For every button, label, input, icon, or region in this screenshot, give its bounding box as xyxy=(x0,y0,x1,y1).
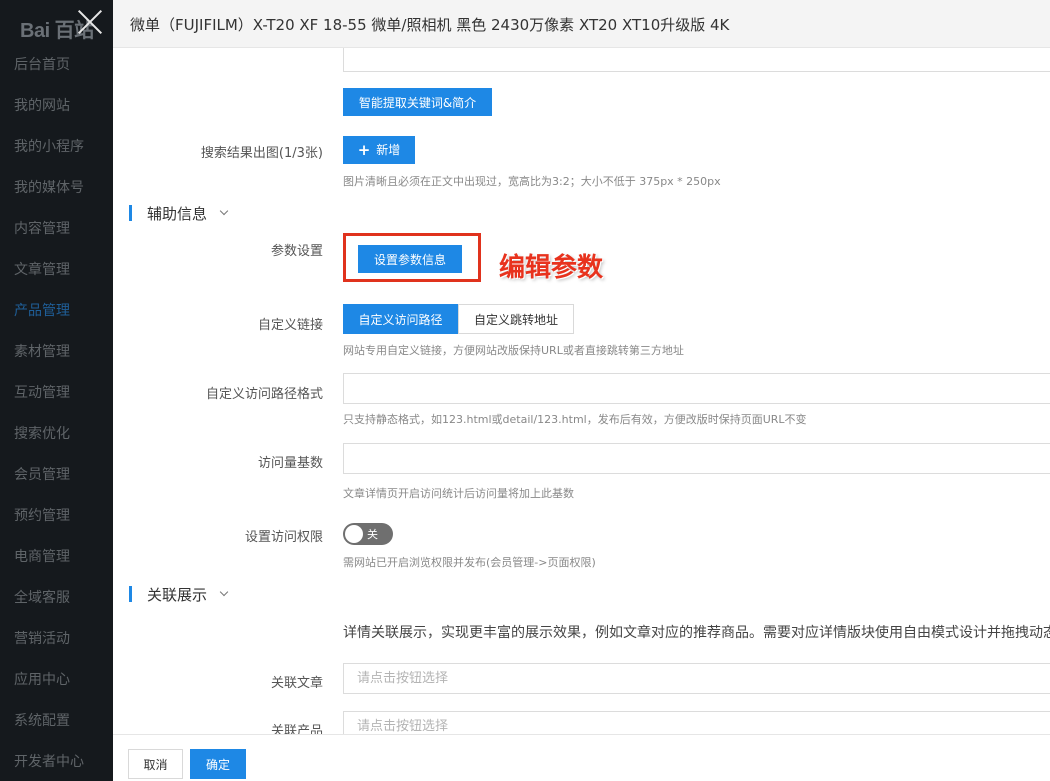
drawer-header: 微单（FUJIFILM）X-T20 XF 18-55 微单/照相机 黑色 243… xyxy=(113,0,1050,48)
path-format-input[interactable] xyxy=(344,374,1050,403)
related-article-input-wrap[interactable] xyxy=(343,663,1050,694)
access-label: 设置访问权限 xyxy=(244,530,323,545)
sidebar-item-home[interactable]: 后台首页 xyxy=(0,45,113,86)
access-hint: 需网站已开启浏览权限并发布(会员管理->页面权限) xyxy=(343,556,596,569)
sidebar-nav: 后台首页 我的网站 我的小程序 我的媒体号 内容管理 文章管理 产品管理 素材管… xyxy=(0,45,113,781)
add-image-button[interactable]: + 新增 xyxy=(343,136,415,164)
toggle-label: 关 xyxy=(367,528,378,541)
visit-base-hint: 文章详情页开启访问统计后访问量将加上此基数 xyxy=(343,487,574,500)
form-content[interactable]: 智能提取关键词&简介 搜索结果出图(1/3张) + 新增 图片清晰且必须在正文中出… xyxy=(113,48,1050,734)
search-image-label: 搜索结果出图(1/3张) xyxy=(200,146,323,161)
chevron-down-icon xyxy=(219,206,229,216)
add-image-label: 新增 xyxy=(376,143,401,157)
related-section-title[interactable]: 关联展示 xyxy=(129,584,239,604)
sidebar-item-articles[interactable]: 文章管理 xyxy=(0,250,113,291)
sidebar-item-marketing[interactable]: 营销活动 xyxy=(0,619,113,660)
close-icon[interactable] xyxy=(72,4,108,40)
aux-section-label: 辅助信息 xyxy=(147,205,208,223)
params-label: 参数设置 xyxy=(270,244,323,259)
sidebar-item-config[interactable]: 系统配置 xyxy=(0,701,113,742)
sidebar-item-mini-program[interactable]: 我的小程序 xyxy=(0,127,113,168)
confirm-button[interactable]: 确定 xyxy=(190,749,246,779)
related-product-input[interactable] xyxy=(344,712,1050,734)
toggle-knob xyxy=(345,525,363,543)
section-bar xyxy=(129,586,132,602)
tab-custom-path[interactable]: 自定义访问路径 xyxy=(343,304,458,334)
annotation-highlight-box xyxy=(343,233,481,282)
sidebar-item-apps[interactable]: 应用中心 xyxy=(0,660,113,701)
path-format-hint: 只支持静态格式，如123.html或detail/123.html，发布后有效，… xyxy=(343,413,807,426)
sidebar-item-interaction[interactable]: 互动管理 xyxy=(0,373,113,414)
sidebar-item-my-site[interactable]: 我的网站 xyxy=(0,86,113,127)
sidebar-item-media[interactable]: 我的媒体号 xyxy=(0,168,113,209)
plus-icon: + xyxy=(357,141,371,159)
visit-base-input-wrap[interactable] xyxy=(343,443,1050,474)
related-article-label: 关联文章 xyxy=(270,676,323,691)
tab-custom-redirect[interactable]: 自定义跳转地址 xyxy=(458,304,574,334)
sidebar-item-content[interactable]: 内容管理 xyxy=(0,209,113,250)
chevron-down-icon xyxy=(219,587,229,597)
access-toggle[interactable]: 关 xyxy=(343,523,393,545)
related-section-label: 关联展示 xyxy=(147,586,208,604)
visit-base-input[interactable] xyxy=(344,444,1050,473)
sidebar-item-ecommerce[interactable]: 电商管理 xyxy=(0,537,113,578)
path-format-input-wrap[interactable] xyxy=(343,373,1050,404)
extract-keywords-button[interactable]: 智能提取关键词&简介 xyxy=(343,88,492,116)
visit-base-label: 访问量基数 xyxy=(257,456,323,471)
related-description: 详情关联展示，实现更丰富的展示效果，例如文章对应的推荐商品。需要对应详情版块使用… xyxy=(343,625,1050,641)
cancel-button[interactable]: 取消 xyxy=(128,749,183,779)
path-format-label: 自定义访问路径格式 xyxy=(205,387,323,402)
search-image-hint: 图片清晰且必须在正文中出现过，宽高比为3:2；大小不低于 375px * 250… xyxy=(343,175,721,188)
sidebar-item-seo[interactable]: 搜索优化 xyxy=(0,414,113,455)
drawer-title: 微单（FUJIFILM）X-T20 XF 18-55 微单/照相机 黑色 243… xyxy=(130,16,730,34)
section-bar xyxy=(129,205,132,221)
related-product-label: 关联产品 xyxy=(270,724,323,734)
edit-drawer: 微单（FUJIFILM）X-T20 XF 18-55 微单/照相机 黑色 243… xyxy=(113,0,1050,781)
sidebar: Bai 百站 后台首页 我的网站 我的小程序 我的媒体号 内容管理 文章管理 产… xyxy=(0,0,113,781)
intro-textarea[interactable] xyxy=(343,48,1050,72)
custom-link-label: 自定义链接 xyxy=(257,318,323,333)
aux-section-title[interactable]: 辅助信息 xyxy=(129,203,239,223)
custom-link-hint: 网站专用自定义链接，方便网站改版保持URL或者直接跳转第三方地址 xyxy=(343,344,684,357)
related-product-input-wrap[interactable] xyxy=(343,711,1050,734)
drawer-footer: 取消 确定 xyxy=(113,734,1050,781)
related-article-input[interactable] xyxy=(344,664,1050,693)
sidebar-item-booking[interactable]: 预约管理 xyxy=(0,496,113,537)
sidebar-item-service[interactable]: 全域客服 xyxy=(0,578,113,619)
sidebar-item-products[interactable]: 产品管理 xyxy=(0,291,113,332)
annotation-text: 编辑参数 xyxy=(499,253,604,283)
sidebar-item-members[interactable]: 会员管理 xyxy=(0,455,113,496)
sidebar-item-developer[interactable]: 开发者中心 xyxy=(0,742,113,781)
sidebar-item-materials[interactable]: 素材管理 xyxy=(0,332,113,373)
